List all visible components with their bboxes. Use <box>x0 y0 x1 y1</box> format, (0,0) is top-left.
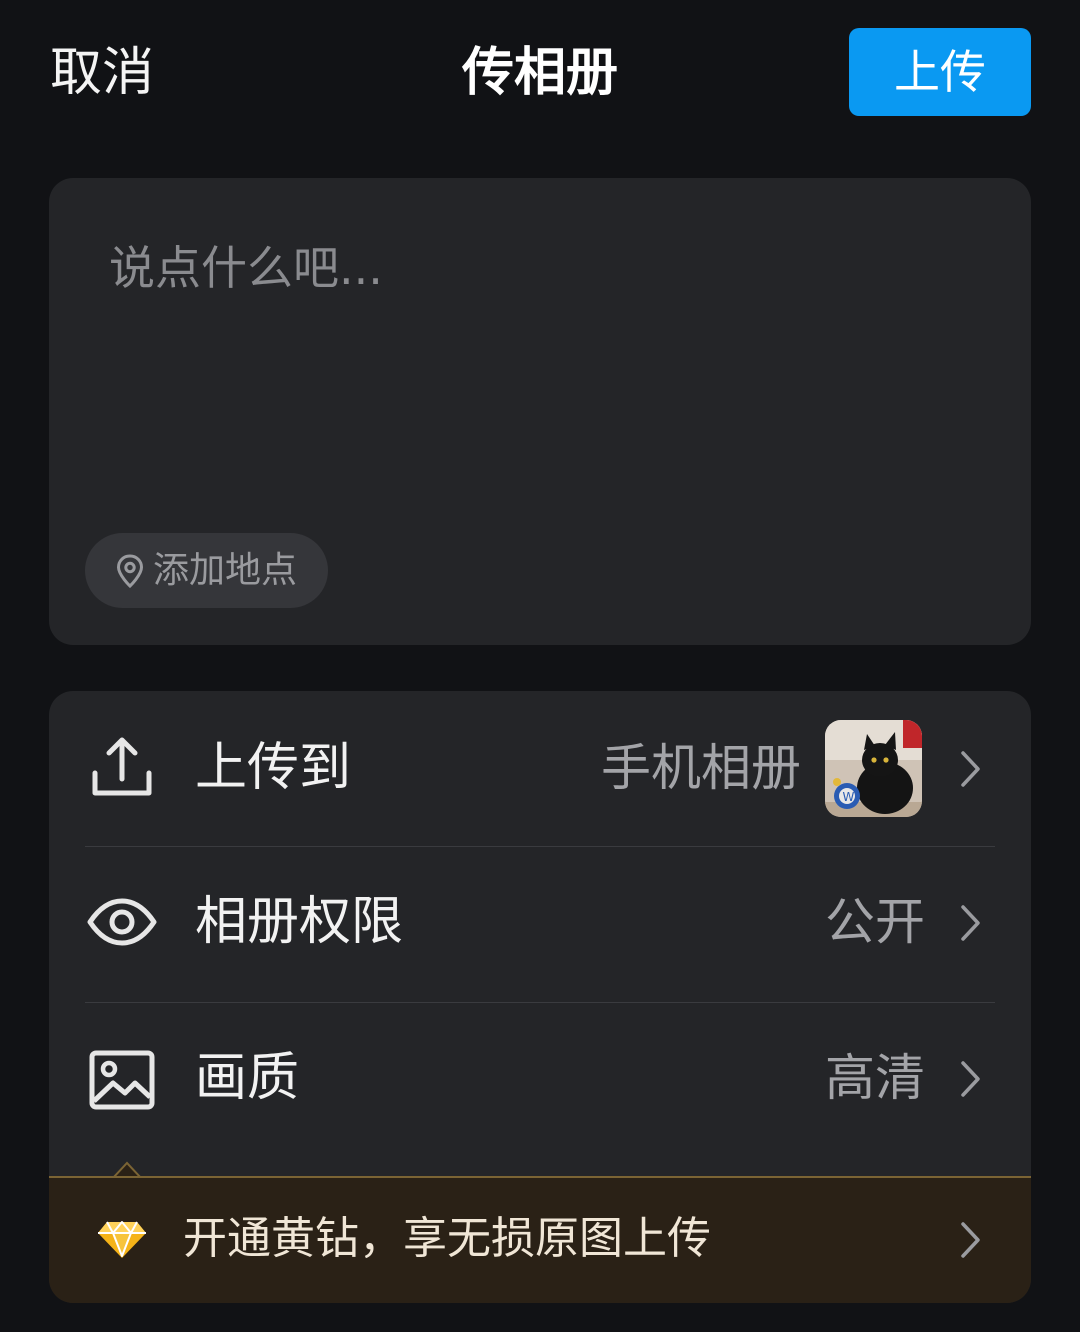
upload-button[interactable]: 上传 <box>849 28 1031 116</box>
settings-card: 上传到 手机相册 W 相册权限 公开 画质 高清 开通黄钻，享无损原图上传 <box>49 691 1031 1303</box>
image-icon <box>89 1050 155 1110</box>
album-permission-row[interactable]: 相册权限 公开 <box>49 847 1031 1002</box>
eye-icon <box>87 898 157 946</box>
cancel-button[interactable]: 取消 <box>50 40 154 106</box>
upload-album-screen: 取消 传相册 上传 添加地点 上传到 手机相册 <box>0 0 1080 1332</box>
vip-upgrade-banner[interactable]: 开通黄钻，享无损原图上传 <box>49 1176 1031 1303</box>
upload-destination-label: 上传到 <box>195 738 352 798</box>
album-permission-label: 相册权限 <box>195 892 404 952</box>
album-thumbnail: W <box>825 720 922 817</box>
diamond-icon <box>98 1221 146 1258</box>
upload-icon <box>92 737 152 796</box>
upload-destination-row[interactable]: 上传到 手机相册 W <box>49 691 1031 846</box>
map-pin-icon <box>116 553 144 588</box>
caption-input[interactable] <box>109 238 969 478</box>
compose-card: 添加地点 <box>49 178 1031 645</box>
chevron-right-icon <box>961 1222 980 1258</box>
chevron-right-icon <box>961 1061 980 1097</box>
header-bar: 取消 传相册 上传 <box>0 0 1080 150</box>
svg-text:W: W <box>843 790 855 804</box>
chevron-right-icon <box>961 751 980 787</box>
add-location-button[interactable]: 添加地点 <box>85 533 328 608</box>
image-quality-row[interactable]: 画质 高清 <box>49 1003 1031 1158</box>
chevron-right-icon <box>961 905 980 941</box>
image-quality-label: 画质 <box>195 1048 300 1108</box>
vip-upgrade-text: 开通黄钻，享无损原图上传 <box>183 1213 711 1264</box>
upload-destination-value: 手机相册 <box>601 739 801 797</box>
image-quality-value: 高清 <box>825 1049 925 1107</box>
add-location-label: 添加地点 <box>153 550 298 591</box>
album-permission-value: 公开 <box>825 893 925 951</box>
